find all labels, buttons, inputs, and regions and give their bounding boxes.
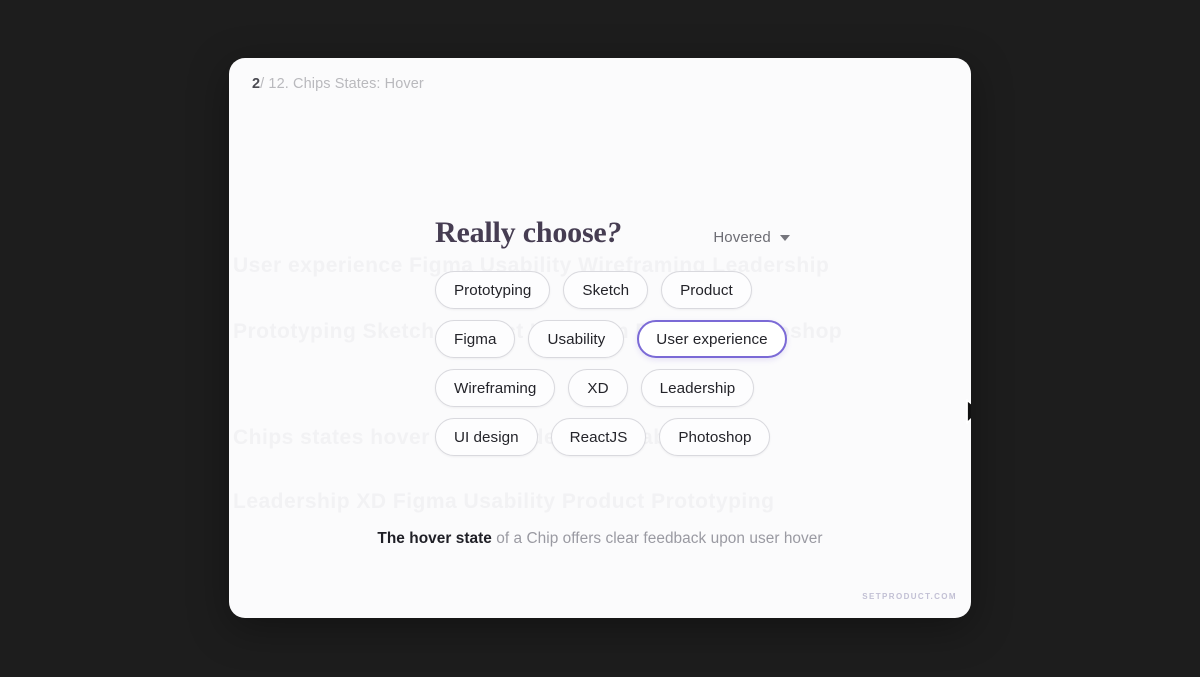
chip-ui-design[interactable]: UI design <box>435 418 538 456</box>
chip-photoshop[interactable]: Photoshop <box>659 418 771 456</box>
chips-demo-card: User experience Figma Usability Wirefram… <box>229 58 971 618</box>
page-title-text: Really choose <box>435 216 607 249</box>
chip-product[interactable]: Product <box>661 271 752 309</box>
chip-usability[interactable]: Usability <box>528 320 625 358</box>
slide-number: 2 <box>252 76 261 92</box>
state-dropdown[interactable]: Hovered <box>713 229 790 246</box>
chip-row: Figma Usability User experience <box>435 320 795 358</box>
chips-content: Really choose? Hovered Prototyping Sketc… <box>435 216 795 456</box>
chip-reactjs[interactable]: ReactJS <box>550 418 647 456</box>
slide-counter: 2/ 12. Chips States: Hover <box>252 75 424 93</box>
slide-title: / 12. Chips States: Hover <box>260 76 424 92</box>
chevron-down-icon <box>779 234 790 241</box>
ghost-text-line: Leadership XD Figma Usability Product Pr… <box>233 490 775 513</box>
chip-group: Prototyping Sketch Product Figma Usabili… <box>435 271 795 456</box>
chip-row: Wireframing XD Leadership <box>435 369 795 407</box>
chip-row: UI design ReactJS Photoshop <box>435 418 795 456</box>
title-row: Really choose? Hovered <box>435 216 795 254</box>
caption-strong: The hover state <box>377 530 492 547</box>
watermark: SETPRODUCT.COM <box>862 592 957 601</box>
chip-row: Prototyping Sketch Product <box>435 271 795 309</box>
chip-figma[interactable]: Figma <box>435 320 516 358</box>
state-dropdown-label: Hovered <box>713 229 771 246</box>
caption-rest: of a Chip offers clear feedback upon use… <box>496 530 823 547</box>
page-title: Really choose? <box>435 216 622 250</box>
chip-xd[interactable]: XD <box>568 369 628 407</box>
caption: The hover state of a Chip offers clear f… <box>229 530 971 548</box>
page-title-question-mark: ? <box>606 216 622 249</box>
chip-wireframing[interactable]: Wireframing <box>435 369 556 407</box>
chip-sketch[interactable]: Sketch <box>563 271 649 309</box>
chip-leadership[interactable]: Leadership <box>640 369 755 407</box>
chip-user-experience[interactable]: User experience <box>637 320 787 358</box>
chip-prototyping[interactable]: Prototyping <box>435 271 551 309</box>
mouse-pointer-icon <box>964 398 971 430</box>
